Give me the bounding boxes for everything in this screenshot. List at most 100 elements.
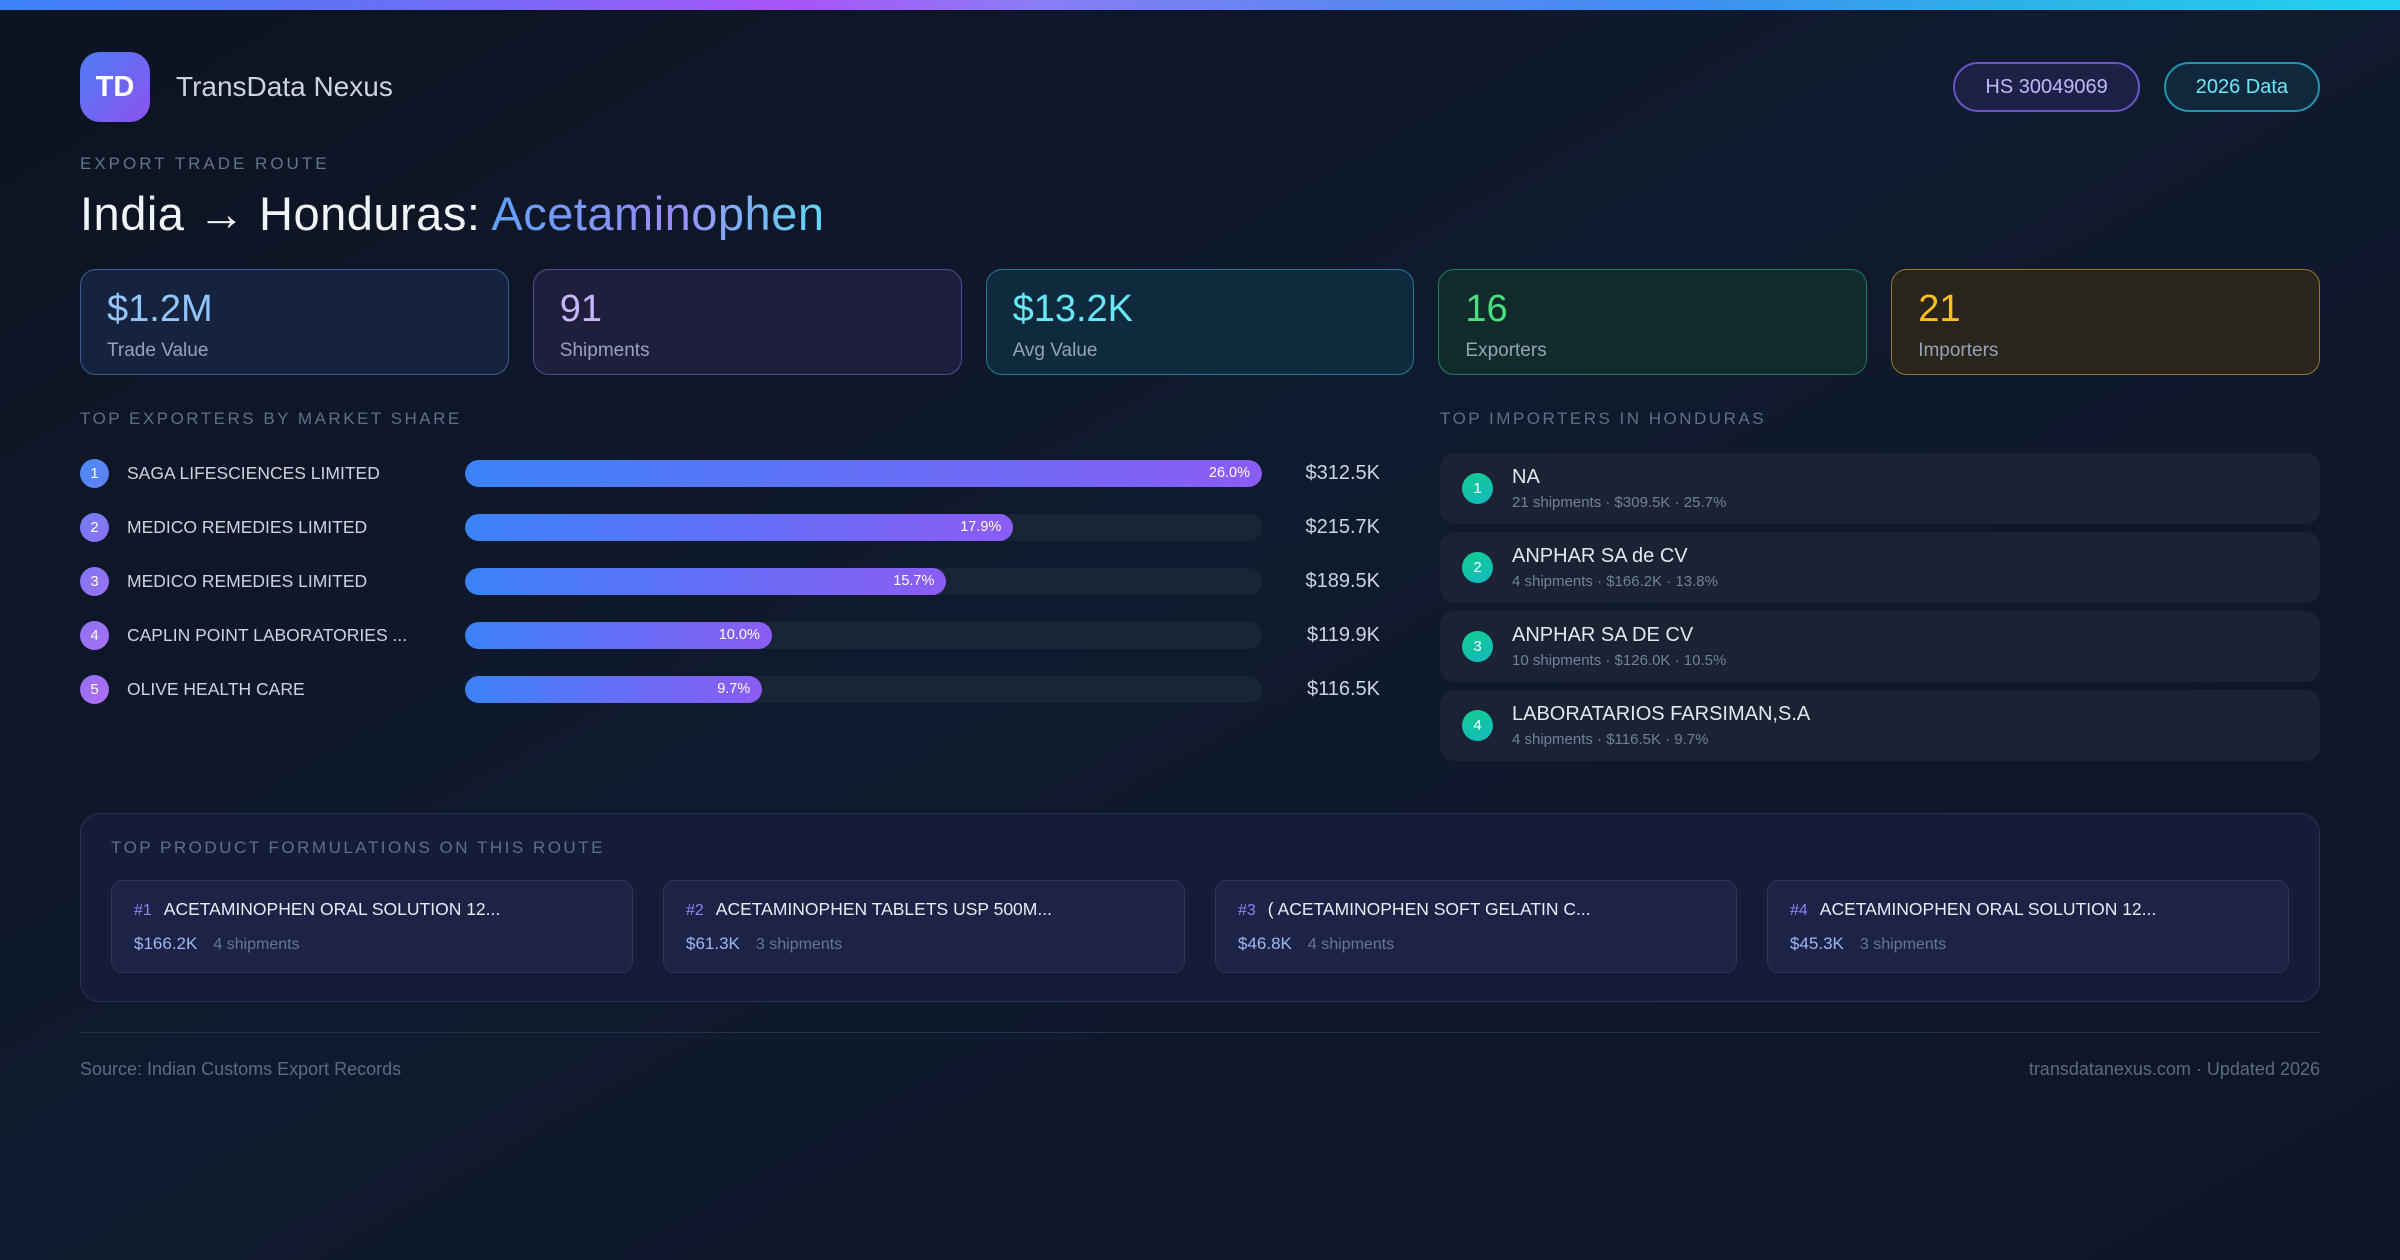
- formulation-rank: #2: [686, 902, 704, 919]
- formulation-shipments: 3 shipments: [1859, 936, 1947, 953]
- brand-logo: TD: [80, 52, 150, 122]
- hs-code-chip[interactable]: HS 30049069: [1953, 62, 2140, 112]
- importer-info: ANPHAR SA de CV 4 shipments · $166.2K · …: [1512, 545, 1718, 590]
- stat-value: $1.2M: [107, 288, 213, 330]
- exporter-value: $119.9K: [1306, 623, 1380, 646]
- importer-name: LABORATARIOS FARSIMAN,S.A: [1512, 703, 1811, 725]
- formulations-heading: TOP PRODUCT FORMULATIONS ON THIS ROUTE: [111, 838, 605, 857]
- page-title-product: Acetaminophen: [491, 187, 825, 240]
- stat-value: 16: [1465, 288, 1508, 330]
- importer-rank-badge: 4: [1462, 710, 1493, 741]
- importer-details: 10 shipments · $126.0K · 10.5%: [1512, 652, 1727, 669]
- importers-list: 1 NA 21 shipments · $309.5K · 25.7% 2 AN…: [1440, 453, 2320, 761]
- footer-source: Source: Indian Customs Export Records: [80, 1059, 402, 1079]
- formulation-card: #3 ( ACETAMINOPHEN SOFT GELATIN C... $46…: [1215, 880, 1737, 973]
- exporter-rank-badge: 5: [80, 674, 109, 704]
- stat-cards-row: $1.2M Trade Value 91 Shipments $13.2K Av…: [80, 269, 2320, 375]
- exporter-name: SAGA LIFESCIENCES LIMITED: [127, 462, 380, 483]
- importers-section: TOP IMPORTERS IN HONDURAS 1 NA 21 shipme…: [1440, 409, 2320, 769]
- market-share-bar-track: 9.7%: [465, 675, 1262, 703]
- importer-rank-badge: 3: [1462, 631, 1493, 662]
- exporter-name: MEDICO REMEDIES LIMITED: [127, 570, 368, 591]
- stat-card: $13.2K Avg Value: [985, 269, 1415, 375]
- formulation-name: ACETAMINOPHEN TABLETS USP 500M...: [715, 899, 1052, 919]
- importer-details: 21 shipments · $309.5K · 25.7%: [1512, 494, 1727, 511]
- formulation-card: #4 ACETAMINOPHEN ORAL SOLUTION 12... $45…: [1767, 880, 2289, 973]
- formulation-name: ACETAMINOPHEN ORAL SOLUTION 12...: [1819, 899, 2157, 919]
- stat-label: Trade Value: [107, 340, 209, 361]
- stat-value: $13.2K: [1012, 288, 1134, 330]
- stat-value: 21: [1918, 288, 1961, 330]
- exporter-name: MEDICO REMEDIES LIMITED: [127, 516, 368, 537]
- footer-site: transdatanexus.com · Updated 2026: [2028, 1059, 2320, 1079]
- formulation-rank: #1: [134, 902, 152, 919]
- market-share-percent: 10.0%: [718, 627, 760, 643]
- exporter-name: CAPLIN POINT LABORATORIES ...: [127, 624, 408, 645]
- market-share-bar-fill: 15.7%: [465, 567, 947, 595]
- importer-details: 4 shipments · $116.5K · 9.7%: [1512, 731, 1709, 748]
- exporter-row: 2 MEDICO REMEDIES LIMITED 17.9% $215.7K: [80, 507, 1380, 547]
- market-share-percent: 15.7%: [893, 573, 935, 589]
- exporter-row: 4 CAPLIN POINT LABORATORIES ... 10.0% $1…: [80, 615, 1380, 655]
- exporter-value: $116.5K: [1306, 677, 1380, 700]
- formulation-name: ACETAMINOPHEN ORAL SOLUTION 12...: [163, 899, 501, 919]
- exporter-rank-badge: 2: [80, 512, 109, 542]
- exporter-name: OLIVE HEALTH CARE: [127, 678, 305, 699]
- formulation-value: $166.2K: [134, 934, 198, 953]
- formulation-rank: #3: [1238, 902, 1256, 919]
- top-accent-bar: [0, 0, 2400, 10]
- exporter-row: 5 OLIVE HEALTH CARE 9.7% $116.5K: [80, 669, 1380, 709]
- importers-heading: TOP IMPORTERS IN HONDURAS: [1440, 409, 1767, 428]
- exporter-rank-badge: 4: [80, 620, 109, 650]
- market-share-bar-track: 10.0%: [465, 621, 1262, 649]
- formulation-value: $61.3K: [686, 934, 740, 953]
- importer-details: 4 shipments · $166.2K · 13.8%: [1512, 573, 1718, 590]
- formulation-rank: #4: [1790, 902, 1808, 919]
- header: TD TransData Nexus HS 30049069 2026 Data: [80, 52, 2320, 122]
- formulation-value: $45.3K: [1790, 934, 1844, 953]
- formulation-shipments: 4 shipments: [213, 936, 300, 953]
- exporter-value: $312.5K: [1305, 461, 1380, 484]
- formulation-shipments: 3 shipments: [755, 936, 843, 953]
- importer-card: 2 ANPHAR SA de CV 4 shipments · $166.2K …: [1440, 532, 2320, 603]
- stat-card: 91 Shipments: [532, 269, 962, 375]
- exporter-row: 3 MEDICO REMEDIES LIMITED 15.7% $189.5K: [80, 561, 1380, 601]
- exporters-list: 1 SAGA LIFESCIENCES LIMITED 26.0% $312.5…: [80, 453, 1380, 709]
- page-title-route: India → Honduras:: [80, 187, 492, 240]
- importer-card: 4 LABORATARIOS FARSIMAN,S.A 4 shipments …: [1440, 690, 2320, 761]
- formulation-meta-row: $45.3K 3 shipments: [1790, 934, 2266, 954]
- year-data-chip-label: 2026 Data: [2195, 75, 2288, 98]
- importer-rank-badge: 2: [1462, 552, 1493, 583]
- market-share-bar-fill: 9.7%: [465, 675, 763, 703]
- stat-card: $1.2M Trade Value: [80, 269, 509, 375]
- exporter-value: $189.5K: [1305, 569, 1380, 592]
- formulation-card: #1 ACETAMINOPHEN ORAL SOLUTION 12... $16…: [111, 880, 633, 973]
- market-share-bar-fill: 10.0%: [465, 621, 772, 649]
- importer-info: ANPHAR SA DE CV 10 shipments · $126.0K ·…: [1512, 624, 1726, 669]
- formulation-card: #2 ACETAMINOPHEN TABLETS USP 500M... $61…: [663, 880, 1185, 973]
- formulation-name: ( ACETAMINOPHEN SOFT GELATIN C...: [1267, 899, 1591, 919]
- formulation-meta-row: $166.2K 4 shipments: [134, 934, 610, 954]
- market-share-bar-fill: 26.0%: [465, 459, 1262, 487]
- market-share-bar-track: 15.7%: [465, 567, 1262, 595]
- market-share-bar-fill: 17.9%: [465, 513, 1014, 541]
- year-data-chip[interactable]: 2026 Data: [2163, 62, 2320, 112]
- stat-label: Exporters: [1465, 340, 1547, 361]
- importer-name: NA: [1512, 466, 1540, 488]
- market-share-percent: 26.0%: [1208, 465, 1250, 481]
- brand-name: TransData Nexus: [176, 71, 393, 102]
- stat-card: 21 Importers: [1891, 269, 2320, 375]
- formulations-cards-row: #1 ACETAMINOPHEN ORAL SOLUTION 12... $16…: [111, 880, 2289, 973]
- formulation-value: $46.8K: [1238, 934, 1292, 953]
- exporter-rank-badge: 1: [80, 458, 109, 488]
- stat-card: 16 Exporters: [1438, 269, 1868, 375]
- formulations-panel: TOP PRODUCT FORMULATIONS ON THIS ROUTE #…: [80, 813, 2320, 1002]
- importer-rank-badge: 1: [1462, 473, 1493, 504]
- stat-value: 91: [559, 288, 603, 330]
- importer-card: 1 NA 21 shipments · $309.5K · 25.7%: [1440, 453, 2320, 524]
- importer-name: ANPHAR SA DE CV: [1512, 624, 1694, 646]
- formulation-title-row: #1 ACETAMINOPHEN ORAL SOLUTION 12...: [134, 899, 610, 920]
- market-share-percent: 17.9%: [960, 519, 1002, 535]
- brand-logo-text: TD: [95, 70, 135, 103]
- market-share-bar-track: 26.0%: [465, 459, 1262, 487]
